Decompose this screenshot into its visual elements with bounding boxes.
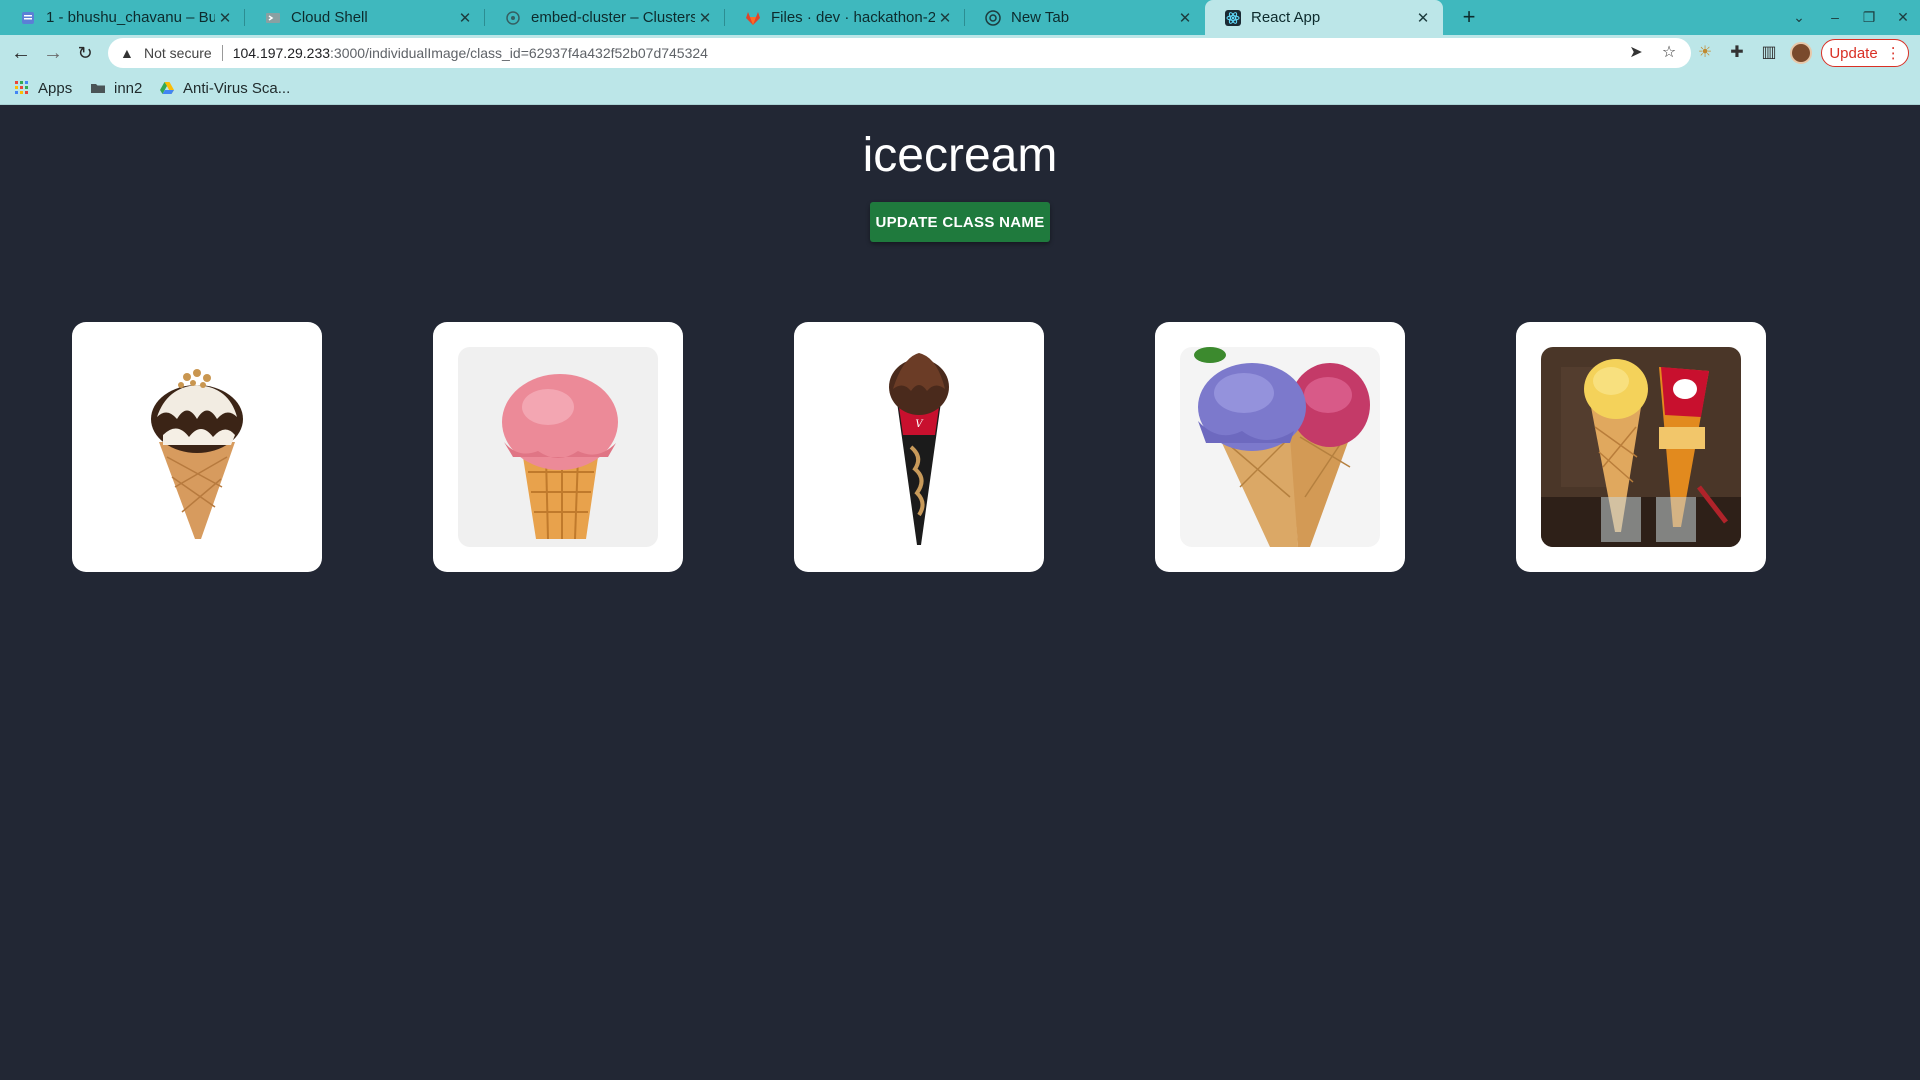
extension-sun-icon[interactable]: ☀ xyxy=(1692,40,1718,66)
image-card[interactable] xyxy=(433,322,683,572)
url-path: :3000/individualImage/class_id=62937f4a4… xyxy=(330,45,708,61)
tab-strip: 1 - bhushu_chavanu – Buc ✕ Cloud Shell ✕… xyxy=(0,0,1920,35)
gitlab-favicon-icon xyxy=(745,10,761,26)
image-card[interactable]: V xyxy=(794,322,1044,572)
chrome-favicon-icon xyxy=(985,9,1001,26)
send-tab-icon[interactable]: ➤ xyxy=(1622,38,1650,68)
tab-gitlab-files[interactable]: Files · dev · hackathon-20 ✕ xyxy=(725,0,965,35)
extensions-puzzle-icon[interactable]: ✚ xyxy=(1724,40,1750,66)
close-window-icon[interactable]: ✕ xyxy=(1886,0,1920,35)
tab-title: 1 - bhushu_chavanu – Buc xyxy=(46,9,215,26)
bookmark-label: Apps xyxy=(38,79,73,97)
bookmarks-bar: Apps inn2 Anti-Virus Sca... xyxy=(0,71,1920,105)
close-icon[interactable]: ✕ xyxy=(215,9,235,27)
google-drive-icon xyxy=(159,80,175,96)
close-icon[interactable]: ✕ xyxy=(455,9,475,27)
image-card[interactable] xyxy=(1155,322,1405,572)
two-scoops-icecream-image xyxy=(1180,347,1380,547)
browser-toolbar: ← → ↻ ▲ Not secure 104.197.29.233 :3000/… xyxy=(0,35,1920,71)
tab-title: New Tab xyxy=(1011,9,1070,26)
warning-triangle-icon: ▲ xyxy=(120,45,134,61)
close-icon[interactable]: ✕ xyxy=(695,9,715,27)
image-card[interactable] xyxy=(72,322,322,572)
apps-grid-icon xyxy=(14,80,30,96)
bucket-favicon-icon xyxy=(20,10,36,26)
cloud-shell-favicon-icon xyxy=(265,10,281,26)
react-app-page: icecream UPDATE CLASS NAME V xyxy=(0,105,1920,1080)
tab-title: Cloud Shell xyxy=(291,9,368,26)
tab-bucket[interactable]: 1 - bhushu_chavanu – Buc ✕ xyxy=(0,0,245,35)
close-icon[interactable]: ✕ xyxy=(1413,9,1433,27)
tab-title: embed-cluster – Clusters xyxy=(531,9,695,26)
tab-new-tab[interactable]: New Tab ✕ xyxy=(965,0,1205,35)
back-arrow-icon[interactable]: ← xyxy=(8,40,34,66)
folder-icon xyxy=(90,80,106,96)
strawberry-icecream-image xyxy=(458,347,658,547)
icecream-cone-image xyxy=(97,347,297,547)
close-icon[interactable]: ✕ xyxy=(1175,9,1195,27)
cluster-favicon-icon xyxy=(505,10,521,26)
close-icon[interactable]: ✕ xyxy=(935,9,955,27)
address-bar[interactable]: ▲ Not secure 104.197.29.233 :3000/indivi… xyxy=(108,38,1691,68)
browser-update-button[interactable]: Update ⋮ xyxy=(1821,39,1909,67)
update-class-name-button[interactable]: UPDATE CLASS NAME xyxy=(870,202,1050,242)
image-card[interactable] xyxy=(1516,322,1766,572)
bookmark-star-icon[interactable]: ☆ xyxy=(1655,38,1683,68)
side-panel-icon[interactable]: ▥ xyxy=(1756,40,1782,66)
class-title: icecream xyxy=(862,129,1058,182)
bookmark-label: Anti-Virus Sca... xyxy=(183,79,291,97)
tab-react-app[interactable]: React App ✕ xyxy=(1205,0,1443,35)
react-favicon-icon xyxy=(1225,9,1241,26)
tab-search-chevron-icon[interactable]: ⌄ xyxy=(1782,0,1816,35)
bookmark-label: inn2 xyxy=(114,79,143,97)
tab-cloud-shell[interactable]: Cloud Shell ✕ xyxy=(245,0,485,35)
reload-icon[interactable]: ↻ xyxy=(72,40,98,66)
profile-avatar[interactable] xyxy=(1790,42,1812,64)
tab-embed-cluster[interactable]: embed-cluster – Clusters ✕ xyxy=(485,0,725,35)
restore-icon[interactable]: ❐ xyxy=(1852,0,1886,35)
mango-cone-image xyxy=(1541,347,1741,547)
bookmark-apps[interactable]: Apps xyxy=(14,71,72,105)
new-tab-plus-icon[interactable]: + xyxy=(1455,3,1483,31)
update-label: Update xyxy=(1829,44,1878,62)
minimize-icon[interactable]: – xyxy=(1818,0,1852,35)
chocolate-cone-image: V xyxy=(819,347,1019,547)
tab-title: Files · dev · hackathon-20 xyxy=(771,9,935,26)
forward-arrow-icon[interactable]: → xyxy=(40,40,66,66)
address-divider xyxy=(221,45,223,61)
kebab-menu-icon: ⋮ xyxy=(1885,45,1901,62)
url-host: 104.197.29.233 xyxy=(232,45,331,61)
tab-title: React App xyxy=(1251,9,1321,26)
bookmark-anti-virus[interactable]: Anti-Virus Sca... xyxy=(159,71,290,105)
security-label: Not secure xyxy=(144,45,212,61)
bookmark-inn2[interactable]: inn2 xyxy=(90,71,142,105)
